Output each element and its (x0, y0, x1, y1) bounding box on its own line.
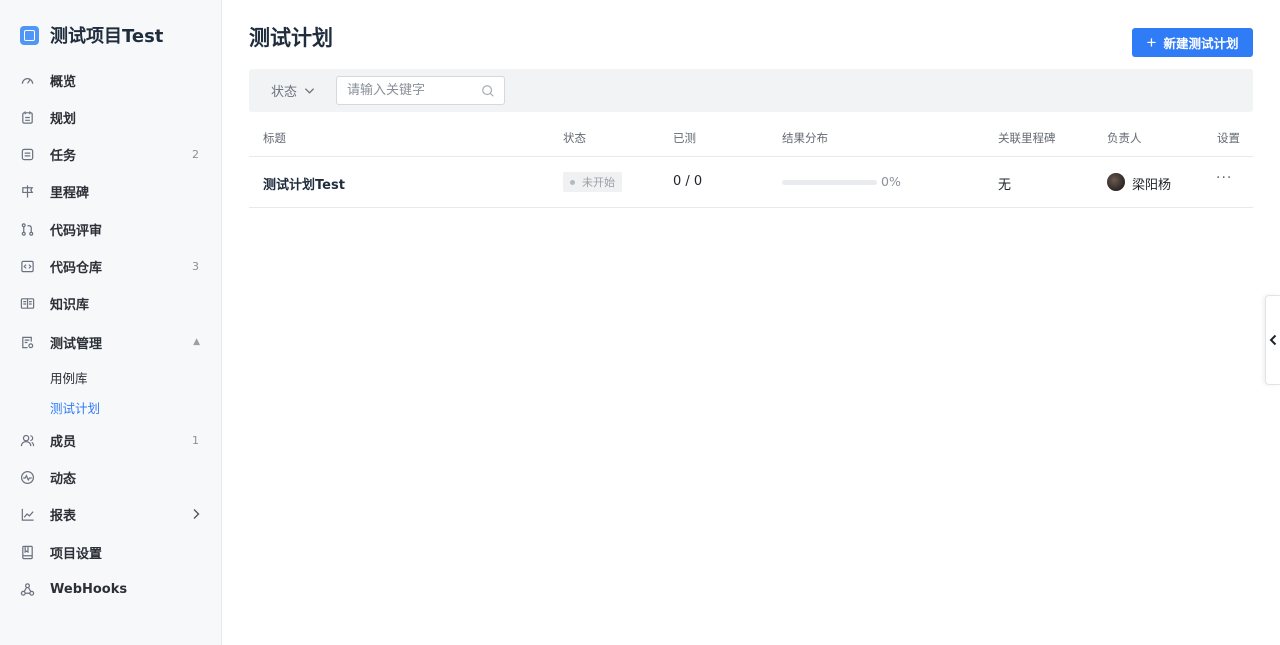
column-header-settings: 设置 (1217, 131, 1240, 145)
project-header[interactable]: 测试项目Test (20, 22, 163, 48)
status-badge: 未开始 (563, 172, 622, 192)
sidebar-item-label: 知识库 (50, 297, 90, 313)
sidebar-item-label: 项目设置 (50, 546, 103, 562)
sidebar-item-project-settings[interactable]: 项目设置 (20, 540, 202, 564)
filter-bar: 状态 (249, 69, 1253, 112)
sidebar-item-label: 任务 (50, 148, 77, 164)
column-header-result-distribution: 结果分布 (782, 131, 828, 145)
test-plan-table: 标题 状态 已测 结果分布 关联里程碑 负责人 设置 测试计划Test 未开始 … (249, 120, 1253, 208)
project-name: 测试项目Test (50, 26, 164, 47)
sidebar-item-label: 成员 (50, 434, 77, 450)
webhooks-icon (20, 582, 35, 597)
status-filter-label: 状态 (271, 85, 298, 100)
sidebar-item-label: 概览 (50, 74, 77, 90)
chevron-down-icon (304, 88, 315, 94)
sidebar-item-label: WebHooks (50, 581, 128, 597)
table-header: 标题 状态 已测 结果分布 关联里程碑 负责人 设置 (249, 120, 1253, 157)
sidebar-item-test-management[interactable]: 测试管理 ▲ (20, 330, 202, 354)
column-header-milestone: 关联里程碑 (998, 131, 1056, 145)
sidebar-subitem-test-plans[interactable]: 测试计划 (50, 398, 100, 417)
search-icon[interactable] (481, 84, 495, 98)
new-test-plan-label: 新建测试计划 (1163, 37, 1239, 51)
app-root: 测试项目Test 概览 规划 任务 2 里程碑 代码评审 代码仓库 3 知识库 … (0, 0, 1280, 645)
sidebar-item-repositories[interactable]: 代码仓库 3 (20, 254, 202, 278)
table-row[interactable]: 测试计划Test 未开始 0 / 0 0% 无 梁阳杨 ··· (249, 157, 1253, 208)
sidebar-item-overview[interactable]: 概览 (20, 68, 202, 92)
settings-icon (20, 545, 35, 560)
caret-up-icon: ▲ (193, 337, 200, 347)
project-logo-icon (20, 25, 39, 45)
plan-title-link[interactable]: 测试计划Test (263, 174, 345, 193)
book-icon (20, 296, 35, 311)
sidebar-item-label: 规划 (50, 111, 77, 127)
result-percent: 0% (881, 174, 901, 189)
more-actions-icon[interactable]: ··· (1216, 170, 1232, 186)
sidebar-item-webhooks[interactable]: WebHooks (20, 577, 202, 601)
column-header-tested: 已测 (673, 131, 696, 145)
status-filter-dropdown[interactable]: 状态 (271, 81, 315, 100)
status-badge-label: 未开始 (582, 176, 615, 189)
sidebar-item-label: 报表 (50, 508, 77, 524)
page-title: 测试计划 (249, 26, 333, 50)
sidebar-item-tasks[interactable]: 任务 2 (20, 142, 202, 166)
tested-count: 0 / 0 (673, 174, 703, 189)
milestone-value: 无 (998, 178, 1012, 193)
sidebar-item-activity[interactable]: 动态 (20, 465, 202, 489)
search-input[interactable] (347, 83, 477, 98)
avatar (1107, 173, 1125, 191)
calendar-icon (20, 110, 35, 125)
chart-icon (20, 507, 35, 522)
dashboard-icon (20, 73, 35, 88)
search-box (336, 76, 505, 105)
collapse-panel-tab[interactable] (1265, 295, 1280, 385)
milestone-icon (20, 184, 35, 199)
task-icon (20, 147, 35, 162)
sidebar-item-planning[interactable]: 规划 (20, 105, 202, 129)
sidebar-item-code-review[interactable]: 代码评审 (20, 217, 202, 241)
sidebar-item-members[interactable]: 成员 1 (20, 428, 202, 452)
sidebar-item-reports[interactable]: 报表 (20, 502, 202, 526)
plus-icon: + (1146, 33, 1157, 52)
sidebar-item-label: 代码仓库 (50, 260, 103, 276)
sidebar-item-wiki[interactable]: 知识库 (20, 291, 202, 315)
activity-icon (20, 470, 35, 485)
main-content: 测试计划 + 新建测试计划 状态 标题 状态 已测 结果分布 关联里程碑 负责人 (222, 0, 1280, 645)
code-icon (20, 259, 35, 274)
column-header-status: 状态 (563, 131, 586, 145)
sidebar-item-milestones[interactable]: 里程碑 (20, 179, 202, 203)
sidebar: 测试项目Test 概览 规划 任务 2 里程碑 代码评审 代码仓库 3 知识库 … (0, 0, 222, 645)
new-test-plan-button[interactable]: + 新建测试计划 (1132, 28, 1253, 57)
count-badge: 2 (192, 147, 199, 161)
status-dot-icon (570, 179, 575, 185)
count-badge: 1 (192, 433, 199, 447)
sidebar-subitem-case-library[interactable]: 用例库 (50, 368, 88, 387)
chevron-left-icon (1269, 334, 1276, 346)
merge-request-icon (20, 222, 35, 237)
sidebar-item-label: 动态 (50, 471, 77, 487)
test-icon (20, 335, 35, 350)
column-header-title: 标题 (263, 131, 286, 145)
members-icon (20, 433, 35, 448)
sidebar-item-label: 代码评审 (50, 223, 103, 239)
count-badge: 3 (192, 259, 199, 273)
sidebar-item-label: 测试管理 (50, 336, 103, 352)
chevron-right-icon (190, 508, 202, 520)
sidebar-item-label: 里程碑 (50, 185, 90, 201)
column-header-owner: 负责人 (1107, 131, 1142, 145)
owner-name: 梁阳杨 (1132, 178, 1172, 193)
result-progress-bar (782, 180, 877, 185)
